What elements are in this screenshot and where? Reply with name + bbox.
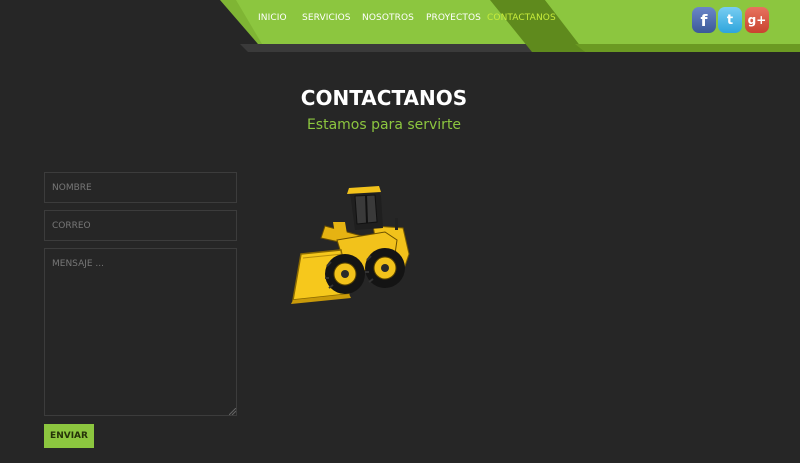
message-field[interactable] xyxy=(44,248,237,416)
nav-item-nosotros[interactable]: NOSOTROS xyxy=(362,13,414,23)
google-plus-glyph: g+ xyxy=(747,13,767,27)
send-button[interactable]: ENVIAR xyxy=(44,424,94,448)
twitter-icon[interactable]: t xyxy=(718,7,742,33)
facebook-icon[interactable]: f xyxy=(692,7,716,33)
nav-menu: INICIO SERVICIOS NOSOTROS PROYECTOS CONT… xyxy=(0,0,800,36)
nav-item-inicio[interactable]: INICIO xyxy=(258,13,287,23)
navigation-bar: INICIO SERVICIOS NOSOTROS PROYECTOS CONT… xyxy=(0,0,800,52)
contact-page: INICIO SERVICIOS NOSOTROS PROYECTOS CONT… xyxy=(0,0,800,463)
google-plus-icon[interactable]: g+ xyxy=(745,7,769,33)
page-subtitle: Estamos para servirte xyxy=(306,117,462,133)
page-title: CONTACTANOS xyxy=(300,86,468,110)
wheel-loader-icon xyxy=(291,186,410,304)
facebook-glyph: f xyxy=(700,10,708,30)
name-field[interactable] xyxy=(44,172,237,203)
nav-item-proyectos[interactable]: PROYECTOS xyxy=(426,13,481,23)
email-field[interactable] xyxy=(44,210,237,241)
twitter-glyph: t xyxy=(726,12,734,28)
resize-grip-icon[interactable] xyxy=(229,408,236,415)
nav-item-contactanos[interactable]: CONTACTANOS xyxy=(487,13,556,23)
nav-item-servicios[interactable]: SERVICIOS xyxy=(302,13,351,23)
